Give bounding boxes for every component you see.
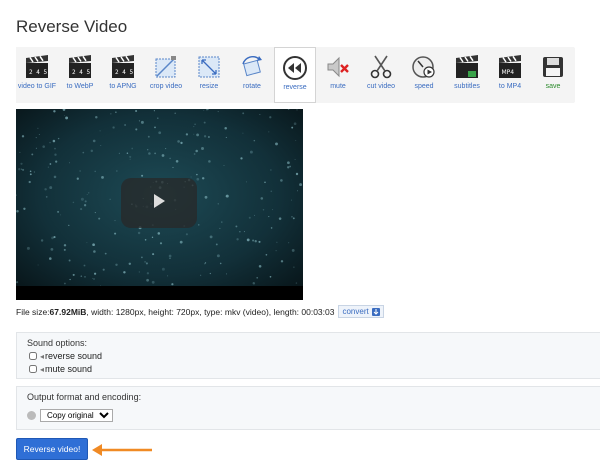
tool-label: mute <box>330 83 346 90</box>
output-format-panel: Output format and encoding: Copy origina… <box>16 386 600 430</box>
play-button[interactable] <box>121 178 197 228</box>
pointer-arrow-icon <box>92 444 152 456</box>
clapperboard-icon: 2 4 5 <box>108 53 138 81</box>
help-icon[interactable] <box>27 411 36 420</box>
file-info-prefix: File size: <box>16 306 50 317</box>
clapperboard-icon <box>452 53 482 81</box>
download-arrow-icon <box>371 307 380 316</box>
sound-options-panel: Sound options: ◂ reverse sound ◂ mute so… <box>16 332 600 379</box>
tool-resize[interactable]: resize <box>188 47 230 103</box>
tool-label: subtitles <box>454 83 480 90</box>
crop-icon <box>151 53 181 81</box>
tool-crop-video[interactable]: crop video <box>145 47 187 103</box>
speaker-icon: ◂ <box>40 351 45 361</box>
rotate-icon <box>237 53 267 81</box>
tool-subtitles[interactable]: subtitles <box>446 47 488 103</box>
tool-label: to APNG <box>109 83 137 90</box>
tool-to-webp[interactable]: 2 4 5 to WebP <box>59 47 101 103</box>
tool-label: to WebP <box>66 83 94 90</box>
tool-save[interactable]: save <box>532 47 574 103</box>
play-icon <box>152 193 166 214</box>
clapperboard-icon: 2 4 5 <box>22 53 52 81</box>
rewind-icon <box>280 54 310 82</box>
tool-rotate[interactable]: rotate <box>231 47 273 103</box>
svg-text:2 4 5: 2 4 5 <box>72 69 90 76</box>
tool-label: cut video <box>366 83 396 90</box>
sound-options-title: Sound options: <box>27 338 88 348</box>
convert-label: convert <box>342 307 369 316</box>
resize-icon <box>194 53 224 81</box>
speedometer-icon <box>409 53 439 81</box>
reverse-sound-checkbox[interactable] <box>29 352 37 360</box>
reverse-video-button[interactable]: Reverse video! <box>16 438 88 460</box>
tool-label: crop video <box>149 83 183 90</box>
tool-mute[interactable]: mute <box>317 47 359 103</box>
svg-text:2 4 5: 2 4 5 <box>29 69 47 76</box>
clapperboard-icon: 2 4 5 <box>65 53 95 81</box>
tool-video-to-gif[interactable]: 2 4 5 video to GIF <box>16 47 58 103</box>
output-format-title: Output format and encoding: <box>27 392 142 402</box>
mute-speaker-icon <box>323 53 353 81</box>
tool-label: resize <box>199 83 219 90</box>
tool-to-apng[interactable]: 2 4 5 to APNG <box>102 47 144 103</box>
tool-reverse[interactable]: reverse <box>274 47 316 103</box>
convert-link[interactable]: convert <box>338 305 384 318</box>
floppy-disk-icon <box>538 53 568 81</box>
reverse-sound-label: reverse sound <box>45 351 103 361</box>
tool-toolbar: 2 4 5 video to GIF 2 4 5 to WebP 2 4 5 t… <box>16 47 575 103</box>
mute-sound-checkbox[interactable] <box>29 365 37 373</box>
page-title: Reverse Video <box>16 17 128 36</box>
speaker-icon: ◂ <box>40 364 45 374</box>
tool-label: speed <box>414 83 434 90</box>
output-format-select[interactable]: Copy original <box>40 409 113 422</box>
file-info: File size: 67.92MiB, width: 1280px, heig… <box>16 305 384 318</box>
tool-label: save <box>545 83 561 90</box>
video-player[interactable] <box>16 109 303 300</box>
tool-cut-video[interactable]: cut video <box>360 47 402 103</box>
tool-label: rotate <box>243 83 261 90</box>
tool-label: video to GIF <box>17 83 57 90</box>
video-control-bar <box>16 286 303 300</box>
scissors-icon <box>366 53 396 81</box>
tool-speed[interactable]: speed <box>403 47 445 103</box>
svg-text:2 4 5: 2 4 5 <box>115 69 133 76</box>
file-details: , width: 1280px, height: 720px, type: mk… <box>86 306 335 317</box>
tool-to-mp4[interactable]: MP4 to MP4 <box>489 47 531 103</box>
tool-label: to MP4 <box>498 83 522 90</box>
tool-label: reverse <box>283 84 307 91</box>
mute-sound-label: mute sound <box>45 364 93 374</box>
mute-sound-option[interactable]: ◂ mute sound <box>29 364 92 374</box>
file-size: 67.92MiB <box>49 306 87 317</box>
svg-text:MP4: MP4 <box>502 69 515 76</box>
clapperboard-icon: MP4 <box>495 53 525 81</box>
reverse-sound-option[interactable]: ◂ reverse sound <box>29 351 102 361</box>
